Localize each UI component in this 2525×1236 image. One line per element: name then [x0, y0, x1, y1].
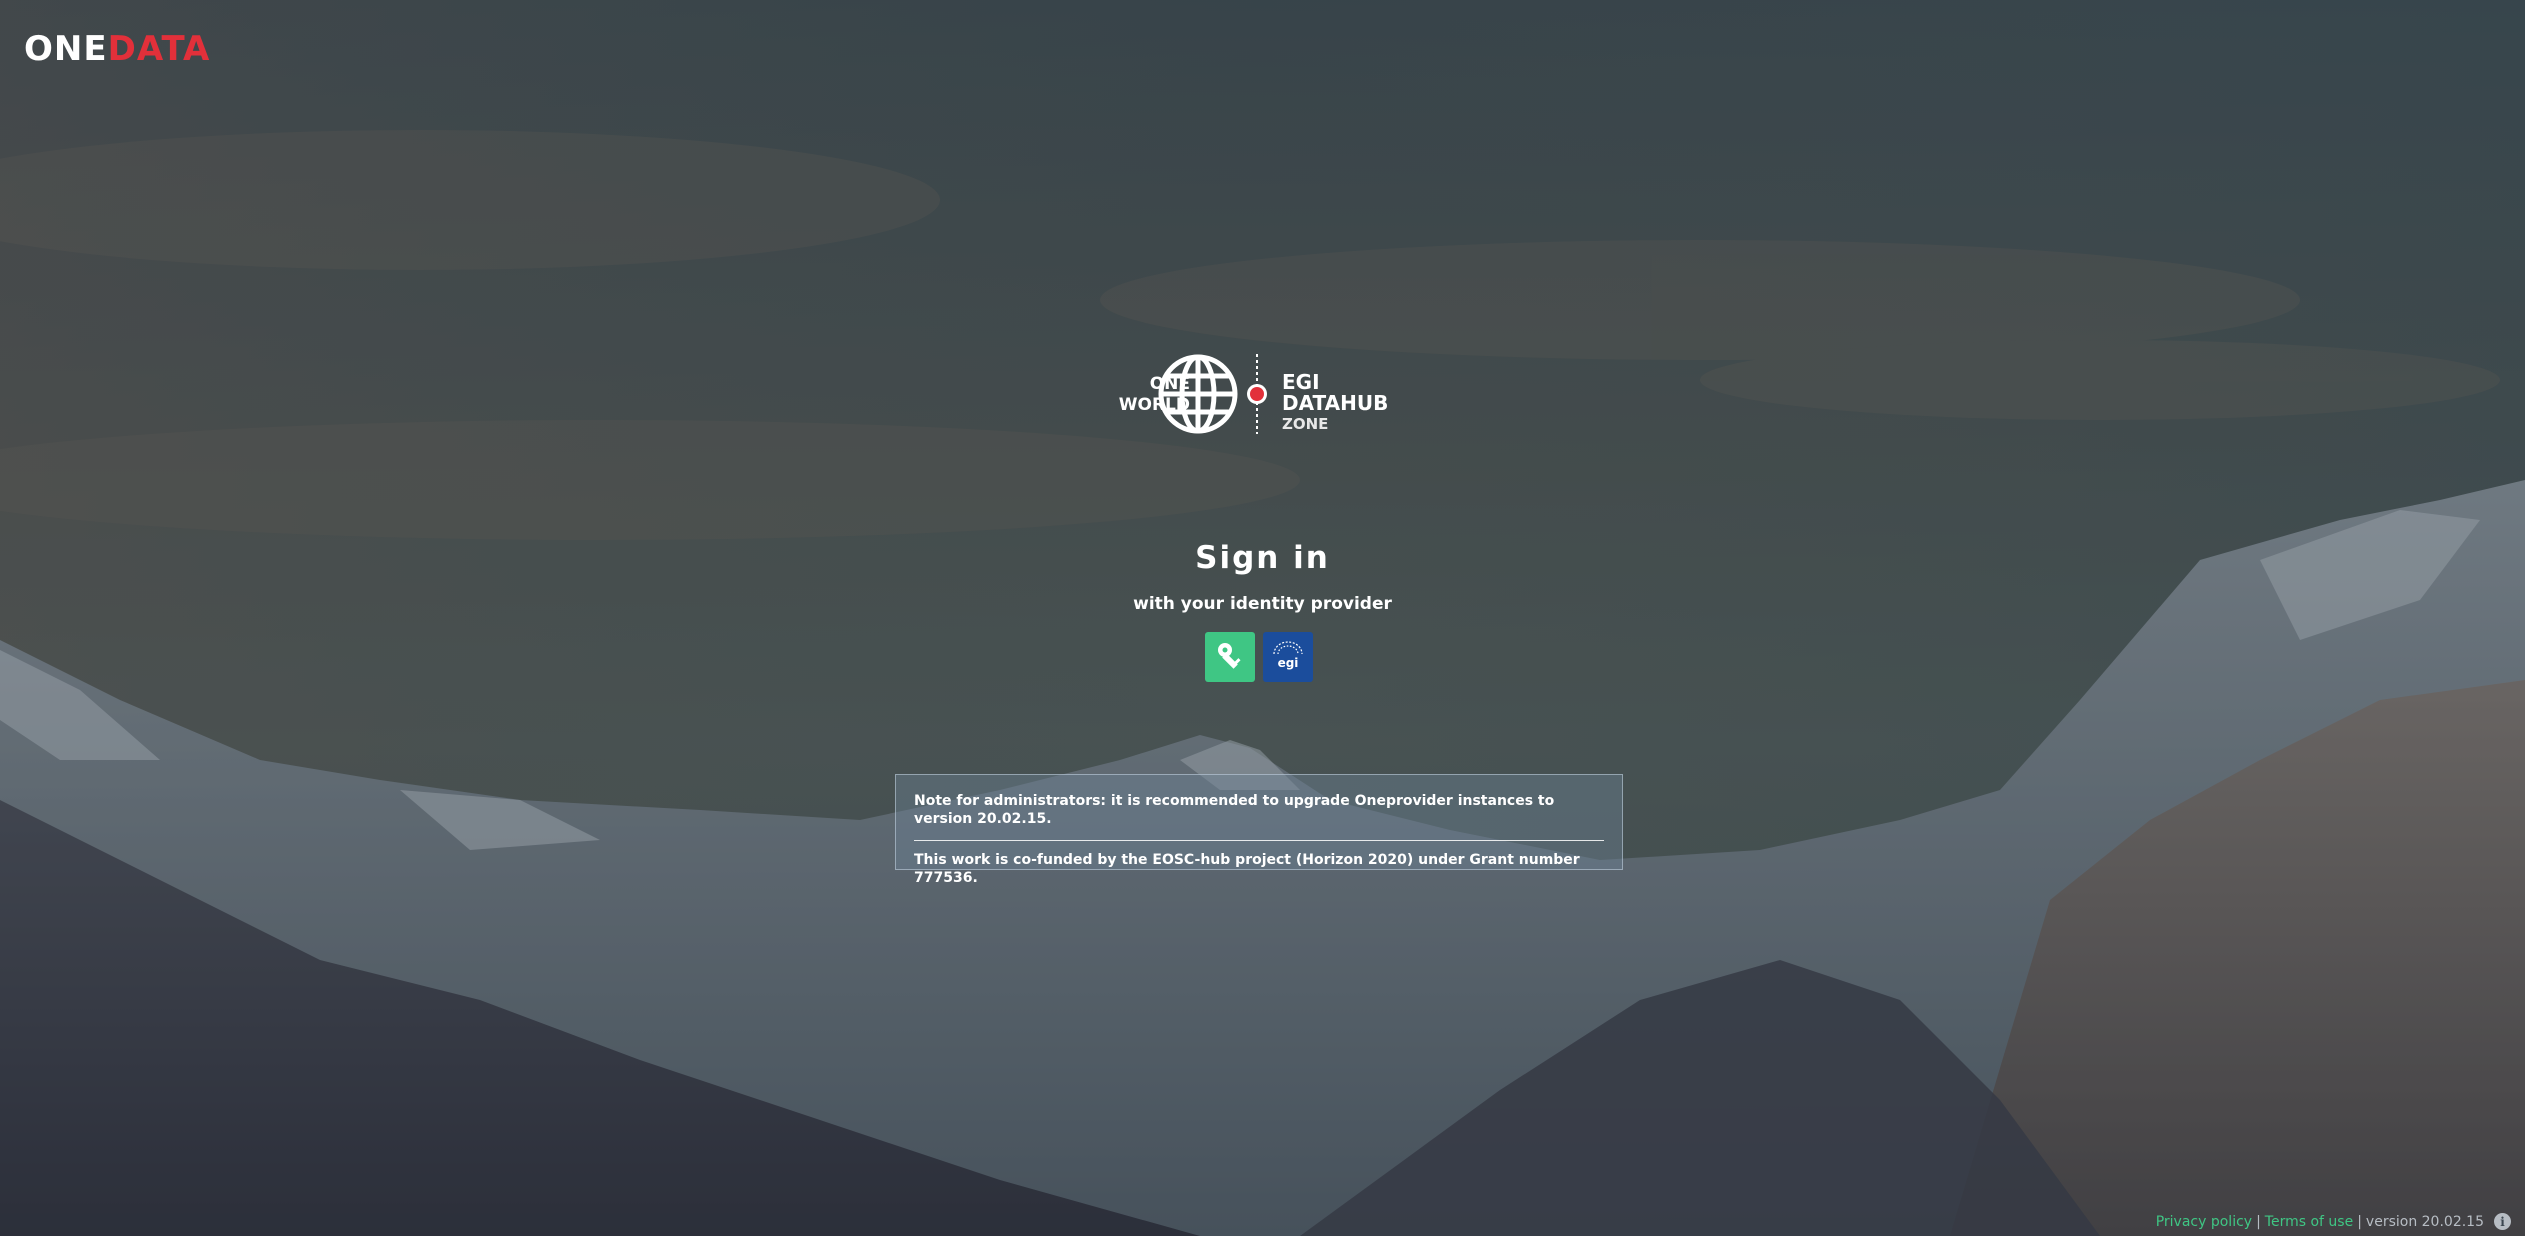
- footer-separator: |: [2357, 1213, 2362, 1230]
- background-landscape: [0, 0, 2525, 1236]
- info-icon[interactable]: i: [2494, 1213, 2511, 1230]
- svg-text:egi: egi: [1278, 656, 1299, 670]
- zone-name-label: EGI DATAHUB ZONE: [1282, 372, 1420, 435]
- funding-note: This work is co-funded by the EOSC-hub p…: [914, 852, 1580, 886]
- terms-of-use-link[interactable]: Terms of use: [2265, 1214, 2353, 1230]
- egi-login-button[interactable]: egi: [1263, 632, 1313, 682]
- globe-icon: [1156, 352, 1240, 436]
- brand-data-text: DATA: [107, 29, 211, 69]
- egi-logo-icon: egi: [1269, 640, 1307, 674]
- zone-logo: ONE WORLD EGI DATAHUB ZONE: [1080, 352, 1420, 436]
- signin-subtitle: with your identity provider: [1133, 594, 1392, 614]
- zone-name: EGI DATAHUB: [1282, 370, 1389, 415]
- basic-auth-button[interactable]: [1205, 632, 1255, 682]
- onedata-logo[interactable]: ONEDATA: [24, 30, 210, 68]
- version-label: version 20.02.15: [2365, 1213, 2484, 1230]
- signin-title: Sign in: [1195, 540, 1330, 576]
- brand-one-text: ONE: [24, 29, 108, 69]
- footer-separator: |: [2256, 1213, 2261, 1230]
- identity-provider-list: egi: [1205, 632, 1313, 682]
- admin-notice-panel: Note for administrators: it is recommend…: [895, 774, 1623, 886]
- notice-divider: [914, 840, 1604, 841]
- admin-upgrade-note: Note for administrators: it is recommend…: [914, 793, 1555, 827]
- key-icon: [1215, 640, 1245, 674]
- privacy-policy-link[interactable]: Privacy policy: [2156, 1214, 2252, 1230]
- zone-connector-icon: [1240, 354, 1274, 434]
- zone-sub: ZONE: [1282, 415, 1329, 433]
- footer: Privacy policy | Terms of use | version …: [2156, 1213, 2511, 1230]
